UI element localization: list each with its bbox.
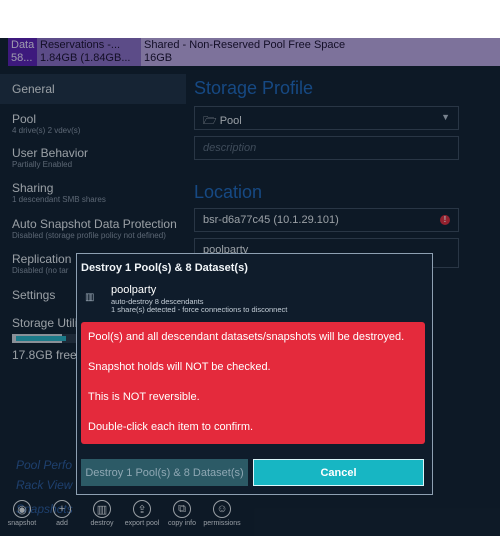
warning-box: Pool(s) and all descendant datasets/snap…: [81, 322, 425, 444]
dialog-title: Destroy 1 Pool(s) & 8 Dataset(s): [81, 262, 248, 274]
warning-text: This is NOT reversible.: [88, 391, 200, 403]
warning-text: Snapshot holds will NOT be checked.: [88, 361, 271, 373]
cancel-button[interactable]: Cancel: [253, 459, 424, 486]
trash-icon: ▥: [85, 292, 95, 303]
destroy-item-shares: 1 share(s) detected - force connections …: [111, 305, 288, 314]
destroy-item-name: poolparty: [111, 284, 157, 296]
destroy-dialog: Destroy 1 Pool(s) & 8 Dataset(s) ▥ poolp…: [76, 253, 433, 495]
warning-text: Pool(s) and all descendant datasets/snap…: [88, 331, 405, 343]
destroy-button[interactable]: Destroy 1 Pool(s) & 8 Dataset(s): [81, 459, 248, 486]
warning-text: Double-click each item to confirm.: [88, 421, 254, 433]
